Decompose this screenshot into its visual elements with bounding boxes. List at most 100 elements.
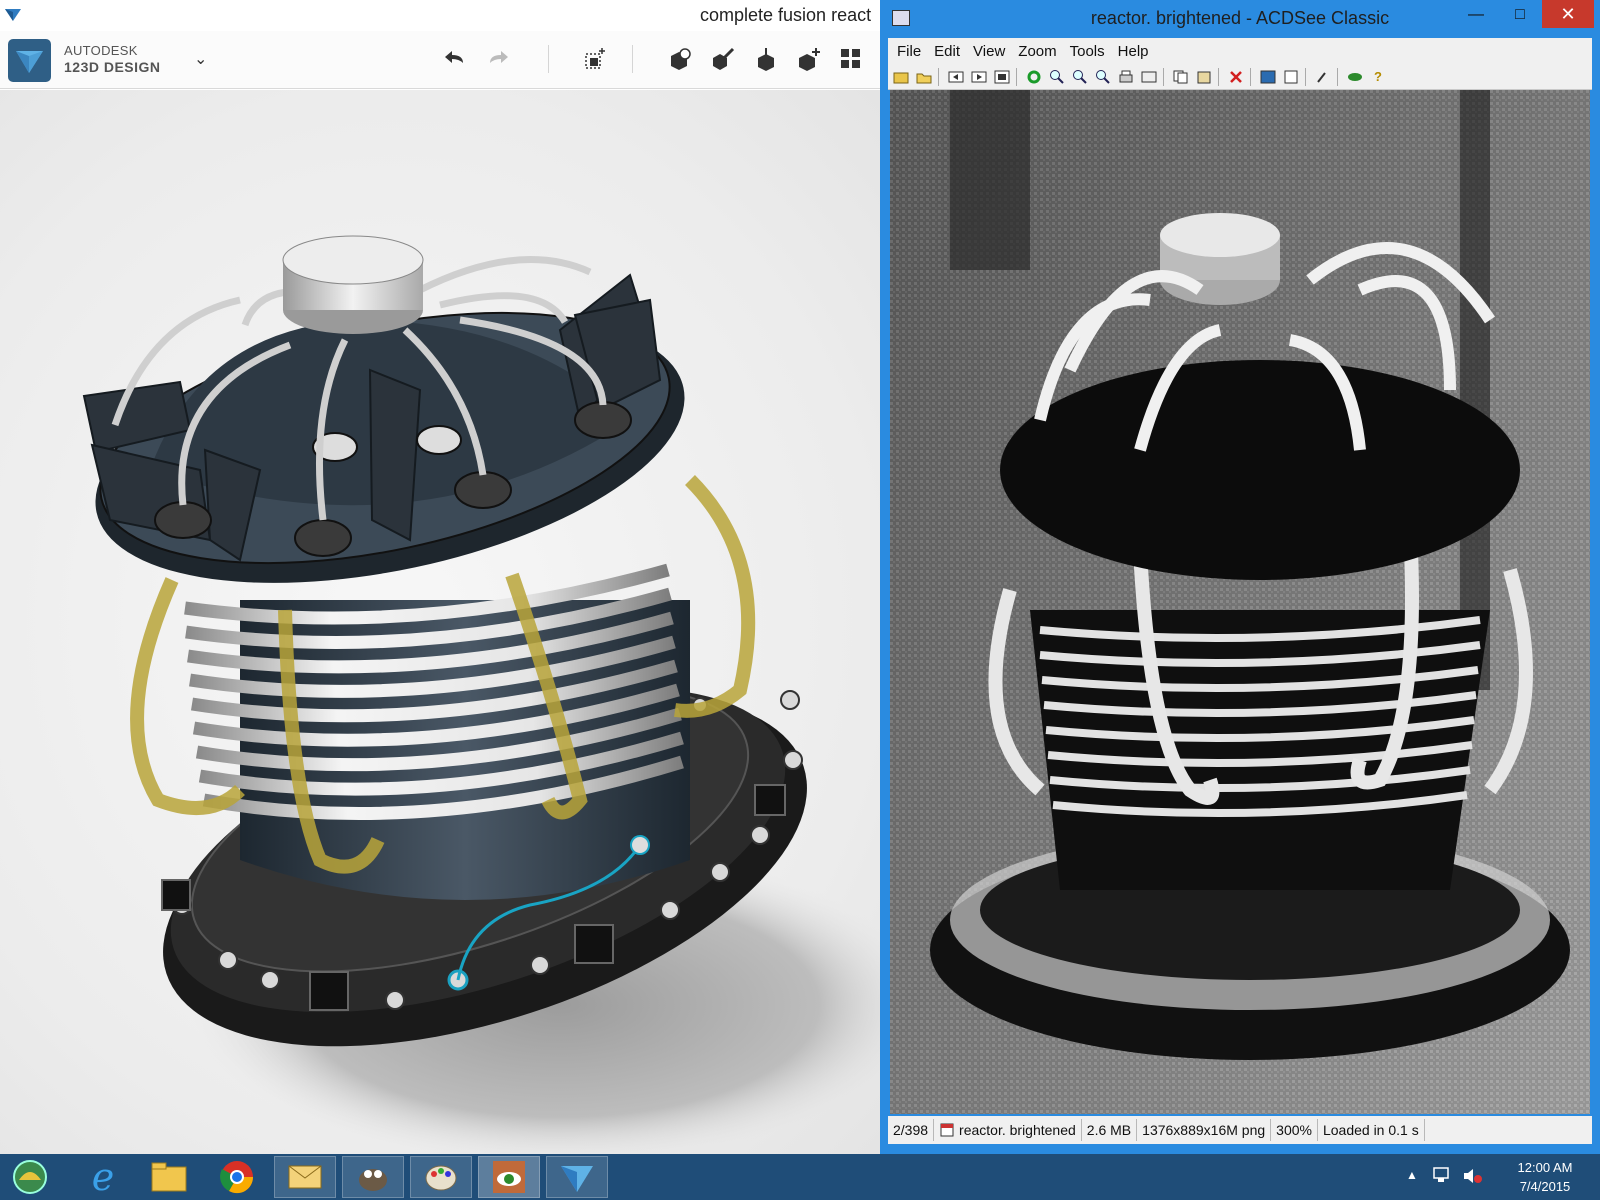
modify-icon: [799, 48, 820, 71]
menu-view[interactable]: View: [973, 43, 1005, 60]
close-icon: ✕: [1560, 3, 1576, 24]
toolbar-separator: [938, 67, 939, 86]
minimize-button[interactable]: —: [1456, 2, 1496, 28]
clock-time: 12:00 AM: [1517, 1160, 1573, 1175]
123d-app-icon[interactable]: [4, 6, 22, 24]
close-button[interactable]: ✕: [1542, 0, 1594, 28]
menu-file[interactable]: File: [897, 43, 921, 60]
menu-edit[interactable]: Edit: [934, 43, 960, 60]
zoom-level: 300%: [1271, 1119, 1318, 1141]
acdsee-toolbar: ?: [888, 64, 1592, 90]
browse-icon[interactable]: [891, 67, 911, 87]
reactor-photo: [890, 90, 1590, 1114]
chrome-icon: [220, 1161, 254, 1194]
mail-icon: [288, 1165, 322, 1189]
zoom-in-icon[interactable]: [1093, 67, 1113, 87]
info-icon[interactable]: [1281, 67, 1301, 87]
acdsee-eye-icon[interactable]: [1345, 67, 1365, 87]
image-view[interactable]: [890, 90, 1590, 1114]
tray-overflow-icon[interactable]: ▲: [1406, 1168, 1418, 1182]
3d-viewport[interactable]: [0, 90, 880, 1154]
taskbar-file-explorer[interactable]: [138, 1156, 200, 1198]
pattern-icon: [841, 49, 860, 68]
slideshow-icon[interactable]: [1139, 67, 1159, 87]
acdsee-window: reactor. brightened - ACDSee Classic — □…: [880, 0, 1600, 1154]
file-name-cell: reactor. brightened: [934, 1119, 1082, 1141]
file-name: reactor. brightened: [959, 1122, 1076, 1138]
transform-button[interactable]: [580, 43, 610, 75]
file-explorer-icon: [151, 1162, 187, 1192]
menu-tools[interactable]: Tools: [1070, 43, 1105, 60]
modify-button[interactable]: [794, 43, 824, 75]
toolbar-separator: [1250, 67, 1251, 86]
reactor-model[interactable]: [0, 90, 880, 1154]
maximize-button[interactable]: □: [1500, 2, 1540, 28]
toolbar-separator: [1337, 67, 1338, 86]
taskbar-paint[interactable]: [410, 1156, 472, 1198]
zoom-fit-icon[interactable]: [1070, 67, 1090, 87]
123d-design-icon: [561, 1166, 593, 1192]
taskbar-chrome[interactable]: [206, 1156, 268, 1198]
shell-icon: [13, 1160, 47, 1194]
network-icon[interactable]: [1432, 1166, 1454, 1186]
toolbar-separator: [1163, 67, 1164, 86]
menu-bar: File Edit View Zoom Tools Help: [888, 38, 1592, 64]
toolbar-separator: [1305, 67, 1306, 86]
minimize-icon: —: [1468, 6, 1484, 23]
start-button[interactable]: [0, 1156, 60, 1198]
load-time: Loaded in 0.1 s: [1318, 1119, 1425, 1141]
toolbar-separator: [1016, 67, 1017, 86]
zoom-out-icon[interactable]: [1047, 67, 1067, 87]
app-menu-chevron-icon[interactable]: ⌄: [194, 49, 207, 69]
rotate-icon[interactable]: [1024, 67, 1044, 87]
123d-design-window: complete fusion react AUTODESK 123D DESI…: [0, 0, 880, 1154]
redo-button[interactable]: [483, 43, 513, 75]
tools-icon[interactable]: [1313, 67, 1333, 87]
next-image-icon[interactable]: [969, 67, 989, 87]
taskbar-internet-explorer[interactable]: e: [72, 1155, 134, 1199]
file-size: 2.6 MB: [1082, 1119, 1138, 1141]
taskbar: e ▲ 12:00 AM 7/4/2015: [0, 1154, 1600, 1200]
toolbar-divider: [548, 45, 549, 73]
open-folder-icon[interactable]: [914, 67, 934, 87]
previous-image-icon[interactable]: [946, 67, 966, 87]
delete-icon[interactable]: [1226, 67, 1246, 87]
sketch-icon: [713, 47, 735, 70]
toolbar-divider: [632, 45, 633, 73]
brand-autodesk: AUTODESK: [64, 43, 138, 58]
taskbar-gimp[interactable]: [342, 1156, 404, 1198]
construct-button[interactable]: [751, 43, 781, 75]
menu-zoom[interactable]: Zoom: [1018, 43, 1056, 60]
volume-muted-icon[interactable]: [1462, 1166, 1484, 1186]
transform-icon: [585, 48, 605, 69]
image-index: 2/398: [888, 1119, 935, 1141]
brand-product: 123D DESIGN: [64, 59, 161, 75]
acdsee-title-bar[interactable]: reactor. brightened - ACDSee Classic — □…: [880, 0, 1600, 38]
full-screen-icon[interactable]: [992, 67, 1012, 87]
clock[interactable]: 12:00 AM 7/4/2015: [1500, 1158, 1590, 1196]
window-title: complete fusion react: [700, 5, 872, 25]
maximize-icon: □: [1515, 6, 1525, 23]
app-logo[interactable]: [8, 39, 51, 82]
properties-icon[interactable]: [1258, 67, 1278, 87]
image-dimensions: 1376x889x16M png: [1137, 1119, 1272, 1141]
print-icon[interactable]: [1116, 67, 1136, 87]
primitives-button[interactable]: [665, 43, 695, 75]
taskbar-123d-design[interactable]: [546, 1156, 608, 1198]
help-icon[interactable]: ?: [1368, 67, 1388, 87]
main-toolbar: AUTODESK 123D DESIGN ⌄: [0, 31, 880, 89]
sketch-button[interactable]: [708, 43, 738, 75]
paste-icon[interactable]: [1194, 67, 1214, 87]
menu-help[interactable]: Help: [1118, 43, 1149, 60]
png-file-icon: [940, 1123, 954, 1137]
undo-button[interactable]: [440, 43, 470, 75]
taskbar-mail[interactable]: [274, 1156, 336, 1198]
pattern-button[interactable]: [836, 43, 866, 75]
logo-icon: [16, 51, 43, 73]
copy-icon[interactable]: [1171, 67, 1191, 87]
paint-icon: [425, 1165, 457, 1191]
toolbar-separator: [1218, 67, 1219, 86]
undo-icon: [445, 51, 463, 63]
title-bar: complete fusion react: [0, 0, 880, 31]
taskbar-acdsee[interactable]: [478, 1156, 540, 1198]
